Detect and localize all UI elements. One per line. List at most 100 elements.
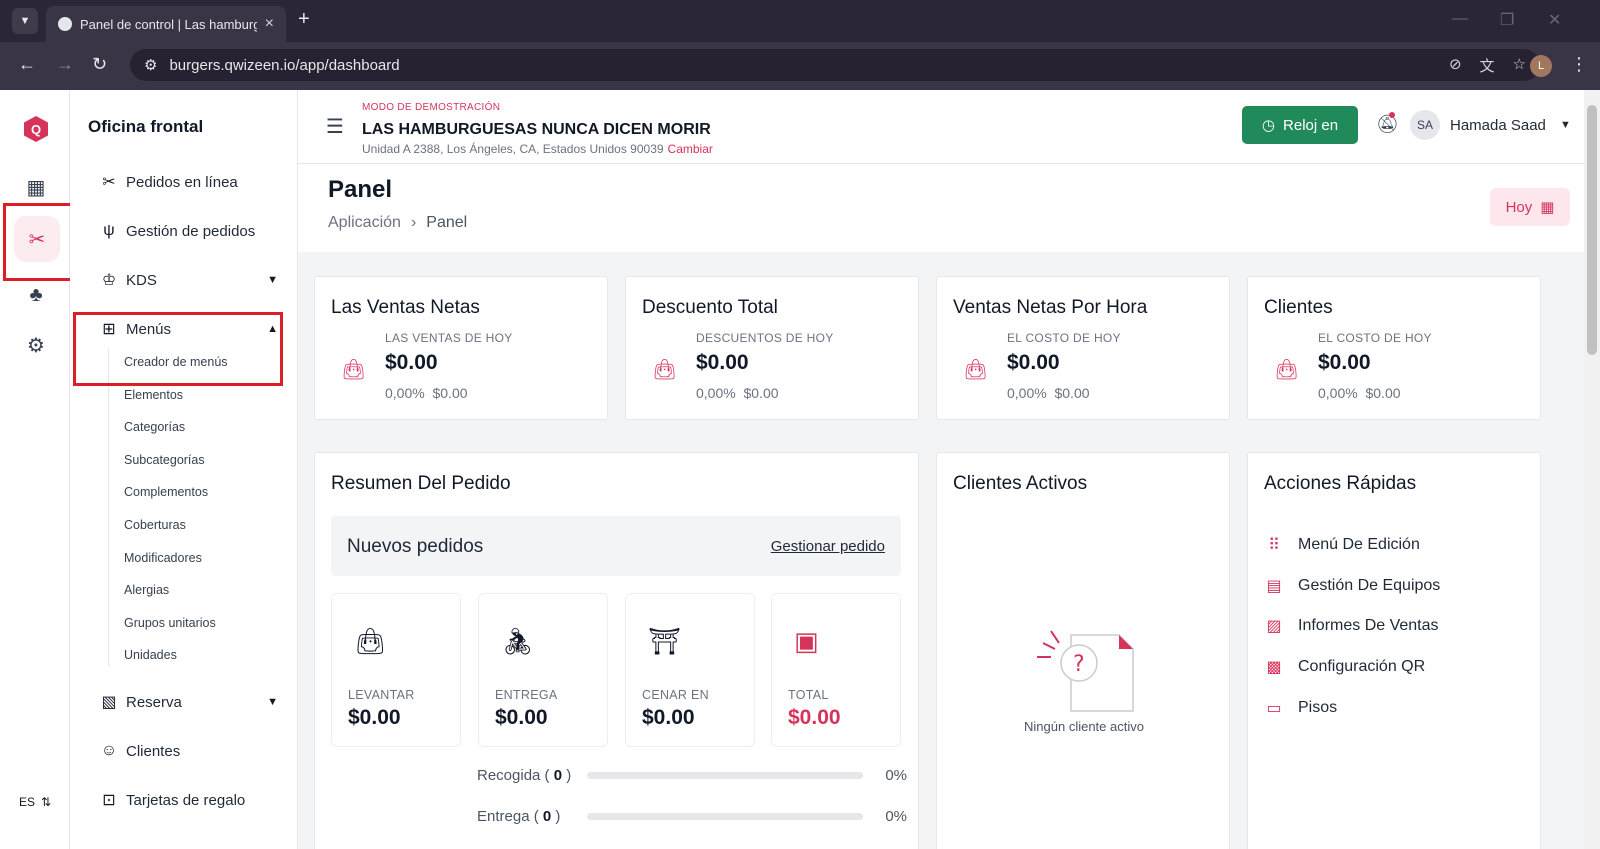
clock-in-button[interactable]: ◷ Reloj en <box>1242 106 1358 144</box>
close-window-icon[interactable]: ✕ <box>1548 10 1561 30</box>
grid-dots-icon: ⠿ <box>1268 537 1280 554</box>
app-logo[interactable]: Q <box>24 116 48 142</box>
address-bar: ← → ↻ ⚙ burgers.qwizeen.io/app/dashboard… <box>0 42 1600 90</box>
id-card-icon: ▤ <box>1266 578 1282 595</box>
submenu-line <box>108 348 109 666</box>
sidebar-item-order-management[interactable]: ψ Gestión de pedidos <box>98 219 278 243</box>
order-type-value: $0.00 <box>348 706 401 729</box>
language-switch[interactable]: ES ⇅ <box>10 790 60 814</box>
order-type-dine-in[interactable]: ⛩︎ CENAR EN $0.00 <box>625 593 755 747</box>
fork-knife-icon: ψ <box>103 222 115 239</box>
close-tab-icon[interactable]: × <box>265 15 274 33</box>
sidebar-item-kds[interactable]: ♔ KDS ▼ <box>98 268 278 292</box>
clock-in-label: Reloj en <box>1283 116 1339 134</box>
user-name[interactable]: Hamada Saad <box>1450 117 1546 134</box>
tab-search-button[interactable]: ▼ <box>12 8 38 34</box>
order-type-label: CENAR EN <box>642 688 709 702</box>
stat-previous: $0.00 <box>1365 385 1401 401</box>
new-tab-button[interactable]: + <box>298 8 310 31</box>
order-type-value: $0.00 <box>788 706 841 729</box>
order-summary-card: Resumen Del Pedido Nuevos pedidos Gestio… <box>314 452 919 849</box>
report-icon: ▨ <box>1266 618 1282 635</box>
submenu-item[interactable]: Grupos unitarios <box>124 616 216 630</box>
quick-action-team-management[interactable]: ▤ Gestión De Equipos <box>1264 574 1524 598</box>
sidebar-item-customers[interactable]: ☺ Clientes <box>98 739 278 763</box>
stat-percent: 0,00% <box>1318 385 1358 401</box>
quick-actions-title: Acciones Rápidas <box>1264 473 1417 494</box>
quick-action-sales-reports[interactable]: ▨ Informes De Ventas <box>1264 614 1524 638</box>
restore-icon[interactable]: ❐ <box>1500 10 1514 30</box>
stat-card-sales-per-hour: Ventas Netas Por Hora 👜︎ EL COSTO DE HOY… <box>936 276 1230 420</box>
quick-action-label: Menú De Edición <box>1298 536 1420 553</box>
sidebar: Oficina frontal ✂ Pedidos en línea ψ Ges… <box>70 90 298 849</box>
order-type-label: ENTREGA <box>495 688 558 702</box>
back-icon[interactable]: ← <box>18 54 36 75</box>
quick-action-edit-menu[interactable]: ⠿ Menú De Edición <box>1264 533 1524 557</box>
submenu-item[interactable]: Alergias <box>124 583 169 597</box>
order-type-value: $0.00 <box>495 706 548 729</box>
profile-avatar[interactable]: L <box>1530 55 1552 77</box>
dashboard-grid-icon[interactable]: ▦ <box>23 174 49 200</box>
hamburger-menu-icon[interactable]: ☰ <box>326 114 344 139</box>
new-orders-label: Nuevos pedidos <box>347 536 484 557</box>
stat-card-customers: Clientes 👜︎ EL COSTO DE HOY $0.00 0,00% … <box>1247 276 1541 420</box>
minimize-icon[interactable]: — <box>1452 10 1468 28</box>
quick-actions-card: Acciones Rápidas ⠿ Menú De Edición ▤ Gesti… <box>1247 452 1541 849</box>
chevron-down-icon: ▼ <box>267 274 278 286</box>
sidebar-item-gift-cards[interactable]: ⊡ Tarjetas de regalo <box>98 788 278 812</box>
submenu-item[interactable]: Coberturas <box>124 518 186 532</box>
stat-title: Ventas Netas Por Hora <box>953 297 1148 318</box>
order-type-delivery[interactable]: 🚴︎ ENTREGA $0.00 <box>478 593 608 747</box>
shopping-bag-icon: 👜︎ <box>341 359 367 381</box>
browser-menu-icon[interactable]: ⋮ <box>1570 54 1588 75</box>
breadcrumb-app[interactable]: Aplicación <box>328 214 401 232</box>
progress-track <box>587 812 863 820</box>
progress-count: 0 <box>542 807 552 825</box>
date-filter-button[interactable]: Hoy ▦ <box>1490 188 1570 226</box>
progress-track <box>587 771 863 779</box>
stat-label: EL COSTO DE HOY <box>1007 331 1121 345</box>
submenu-item[interactable]: Elementos <box>124 388 183 402</box>
shopping-bag-icon: 👜︎ <box>652 359 678 381</box>
reload-icon[interactable]: ↻ <box>92 54 107 75</box>
browser-tab[interactable]: Panel de control | Las hamburguesas × <box>46 6 286 42</box>
quick-action-qr-config[interactable]: ▩ Configuración QR <box>1264 655 1524 679</box>
bookmark-star-icon[interactable]: ☆ <box>1513 55 1526 76</box>
manage-order-link[interactable]: Gestionar pedido <box>771 538 885 555</box>
scrollbar-thumb[interactable] <box>1587 105 1597 355</box>
submenu-item[interactable]: Subcategorías <box>124 453 205 467</box>
favicon-icon <box>58 17 72 31</box>
site-info-icon[interactable]: ⚙ <box>144 56 157 74</box>
order-type-pickup[interactable]: 👜︎ LEVANTAR $0.00 <box>331 593 461 747</box>
users-icon: ☺ <box>100 742 118 759</box>
sidebar-item-reservations[interactable]: ▧ Reserva ▼ <box>98 690 278 714</box>
progress-percent: 0% <box>885 766 907 784</box>
user-avatar[interactable]: SA <box>1410 110 1440 140</box>
change-location-link[interactable]: Cambiar <box>668 142 713 156</box>
org-chart-icon[interactable]: ♣ <box>23 282 49 308</box>
shopping-bag-icon: 👜︎ <box>1274 359 1300 381</box>
quick-action-floors[interactable]: ▭ Pisos <box>1264 696 1524 720</box>
chevron-down-icon[interactable]: ▼ <box>1560 119 1571 131</box>
order-type-total[interactable]: ▣ TOTAL $0.00 <box>771 593 901 747</box>
submenu-item[interactable]: Unidades <box>124 648 177 662</box>
submenu-item[interactable]: Categorías <box>124 420 185 434</box>
shopping-bag-icon: 👜︎ <box>354 626 388 656</box>
sidebar-item-label: Gestión de pedidos <box>126 222 256 240</box>
submenu-item[interactable]: Complementos <box>124 485 208 499</box>
submenu-item[interactable]: Modificadores <box>124 551 202 565</box>
notification-off-icon[interactable]: 🔕︎ <box>1376 114 1399 135</box>
sidebar-item-online-orders[interactable]: ✂ Pedidos en línea <box>98 170 278 194</box>
page-title: Panel <box>328 176 393 203</box>
translate-icon[interactable]: 文 <box>1480 55 1495 76</box>
table-icon: ⛩︎ <box>648 626 682 656</box>
tracking-icon[interactable]: ⊘ <box>1449 55 1462 76</box>
stat-percent: 0,00% <box>696 385 736 401</box>
settings-gear-icon[interactable]: ⚙ <box>23 332 49 358</box>
url-field[interactable]: ⚙ burgers.qwizeen.io/app/dashboard ⊘ 文 ☆ <box>130 49 1540 81</box>
progress-row-delivery: Entrega ( 0 ) 0% <box>477 806 907 826</box>
tab-title: Panel de control | Las hamburguesas <box>80 16 257 32</box>
restaurant-address: Unidad A 2388, Los Ángeles, CA, Estados … <box>362 142 713 156</box>
progress-label: Entrega ( 0 ) <box>477 807 561 825</box>
forward-icon[interactable]: → <box>56 54 74 75</box>
